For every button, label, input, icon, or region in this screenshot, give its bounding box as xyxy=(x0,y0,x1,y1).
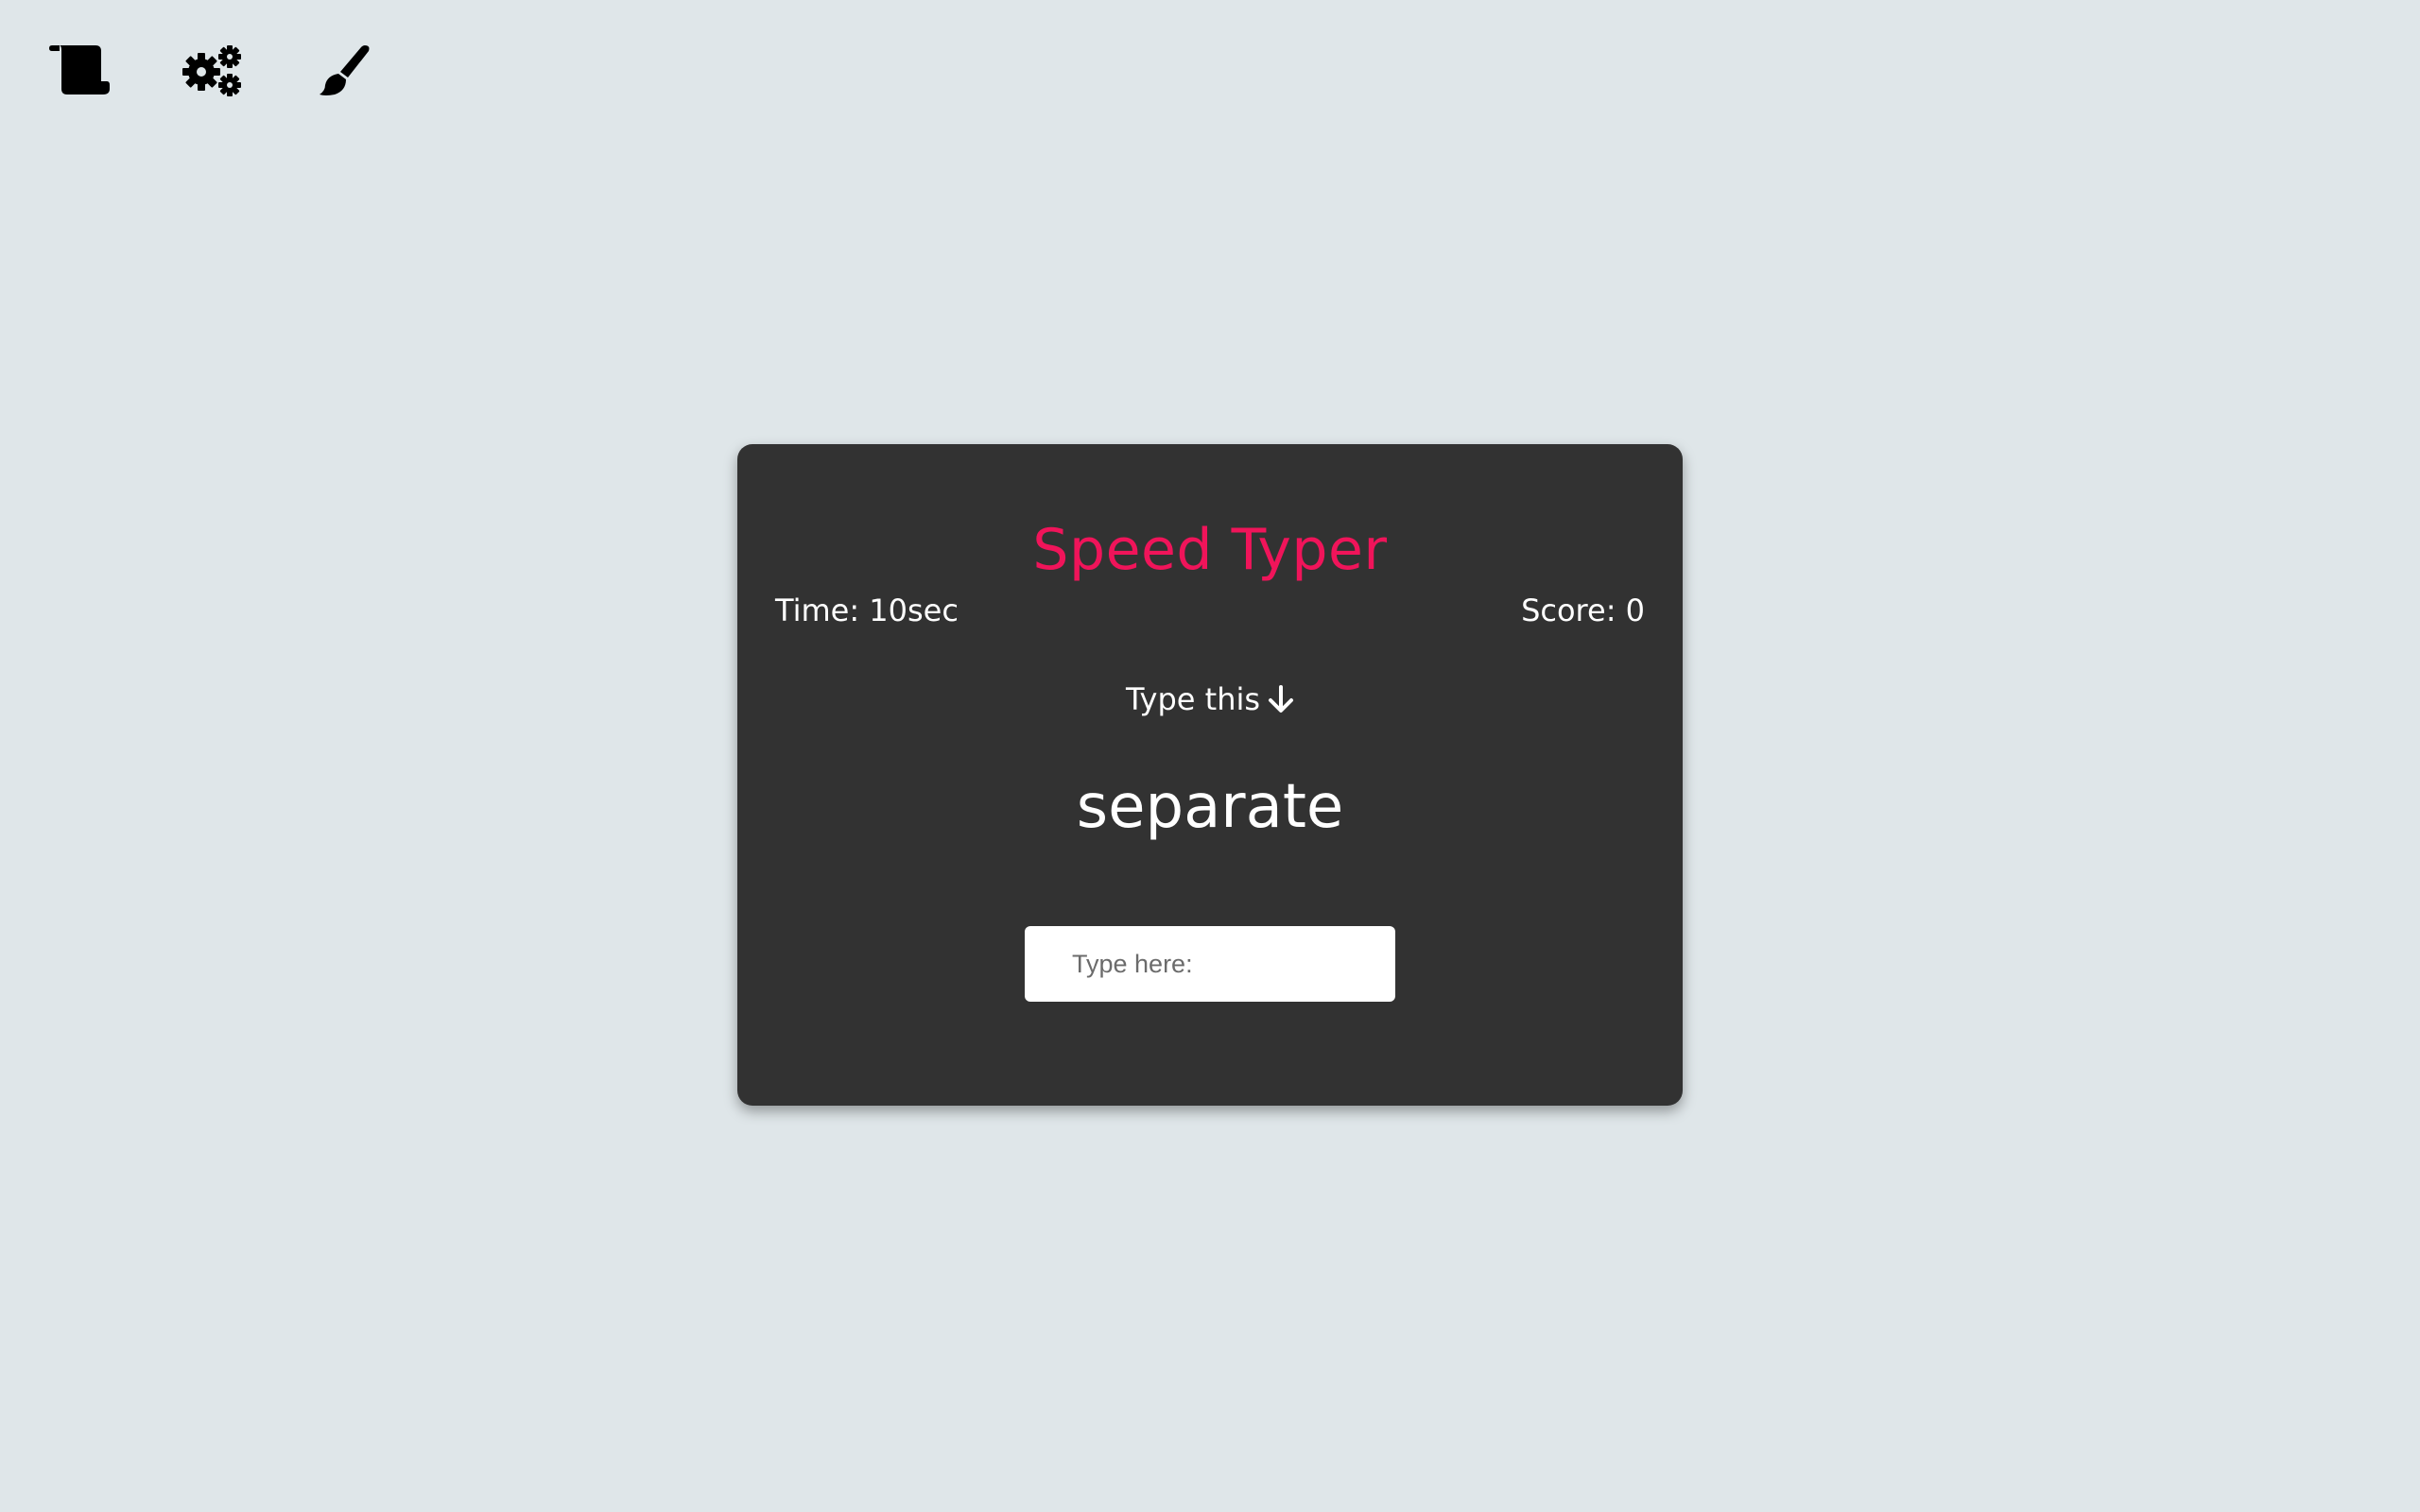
gears-icon xyxy=(181,43,243,96)
type-prompt: Type this xyxy=(737,684,1683,714)
type-input-wrapper xyxy=(1025,926,1395,1002)
scroll-button[interactable] xyxy=(42,42,117,98)
settings-button[interactable] xyxy=(174,42,250,98)
time-display: Time: 10sec xyxy=(775,593,959,628)
toolbar xyxy=(42,42,439,98)
scroll-icon xyxy=(48,43,111,96)
type-prompt-label: Type this xyxy=(1125,681,1261,717)
type-input[interactable] xyxy=(1025,926,1395,1002)
paint-brush-icon xyxy=(316,42,372,98)
score-display: Score: 0 xyxy=(1521,593,1645,628)
arrow-down-icon xyxy=(1268,685,1294,713)
game-card: Speed Typer Time: 10sec Score: 0 Type th… xyxy=(737,444,1683,1106)
target-word: separate xyxy=(1076,772,1344,842)
page-title: Speed Typer xyxy=(1032,517,1388,583)
theme-button[interactable] xyxy=(306,42,382,98)
